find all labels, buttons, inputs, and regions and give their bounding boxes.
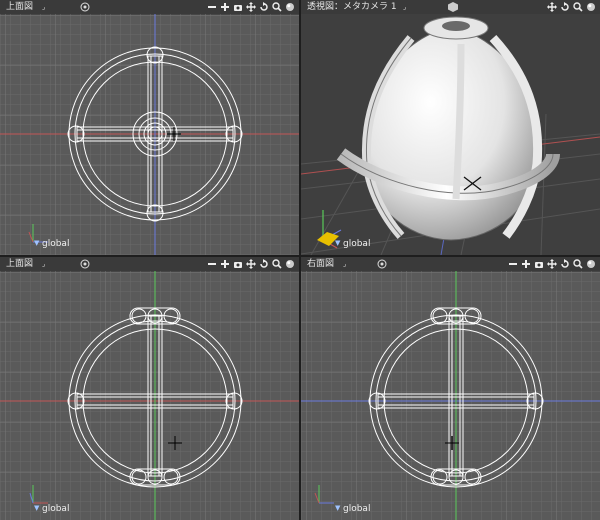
viewport-right[interactable]: 右面図 ⌟ ▼ global <box>301 257 600 520</box>
viewport-header: 右面図 ⌟ <box>301 257 600 272</box>
move-icon[interactable] <box>547 259 557 269</box>
minus-icon[interactable] <box>508 259 518 269</box>
wireframe-front-view <box>0 271 299 520</box>
sphere-icon[interactable] <box>285 259 295 269</box>
minus-icon[interactable] <box>207 2 217 12</box>
move-icon[interactable] <box>547 2 557 12</box>
coordinate-label[interactable]: global <box>343 239 370 249</box>
sphere-icon[interactable] <box>586 2 596 12</box>
viewport-canvas[interactable]: ▼ global <box>301 14 600 255</box>
view-dropdown-icon[interactable]: ⌟ <box>42 0 45 14</box>
viewport-top-left[interactable]: 上面図 ⌟ ▼ global <box>0 0 299 255</box>
plus-icon[interactable] <box>521 259 531 269</box>
viewport-title: 上面図 <box>6 259 34 269</box>
coordinate-label[interactable]: global <box>42 239 69 249</box>
zoom-icon[interactable] <box>573 259 583 269</box>
rotate-icon[interactable] <box>560 2 570 12</box>
viewport-front[interactable]: 上面図 ⌟ ▼ global <box>0 257 299 520</box>
rotate-icon[interactable] <box>259 259 269 269</box>
viewport-header: 上面図 ⌟ <box>0 0 299 15</box>
zoom-icon[interactable] <box>272 2 282 12</box>
coordinate-label[interactable]: global <box>343 504 370 514</box>
shaded-object-view <box>301 14 600 255</box>
global-dropdown-icon[interactable]: ▼ <box>335 239 340 247</box>
coordinate-label[interactable]: global <box>42 504 69 514</box>
global-dropdown-icon[interactable]: ▼ <box>335 504 340 512</box>
wireframe-top-view <box>0 14 299 255</box>
minus-icon[interactable] <box>207 259 217 269</box>
camera-icon[interactable] <box>233 259 243 269</box>
box-icon[interactable] <box>448 2 458 12</box>
global-dropdown-icon[interactable]: ▼ <box>34 239 39 247</box>
plus-icon[interactable] <box>220 259 230 269</box>
sphere-icon[interactable] <box>285 2 295 12</box>
global-dropdown-icon[interactable]: ▼ <box>34 504 39 512</box>
viewport-header: 上面図 ⌟ <box>0 257 299 272</box>
target-icon[interactable] <box>80 259 90 269</box>
view-dropdown-icon[interactable]: ⌟ <box>343 257 346 271</box>
rotate-icon[interactable] <box>259 2 269 12</box>
viewport-canvas[interactable]: ▼ global <box>0 271 299 520</box>
viewport-header: 透視図：メタカメラ 1 ⌟ <box>301 0 600 15</box>
viewport-perspective[interactable]: 透視図：メタカメラ 1 ⌟ ▼ global <box>301 0 600 255</box>
viewport-title: 上面図 <box>6 2 34 12</box>
sphere-icon[interactable] <box>586 259 596 269</box>
target-icon[interactable] <box>377 259 387 269</box>
view-dropdown-icon[interactable]: ⌟ <box>403 0 406 14</box>
target-icon[interactable] <box>80 2 90 12</box>
move-icon[interactable] <box>246 2 256 12</box>
move-icon[interactable] <box>246 259 256 269</box>
viewport-canvas[interactable]: ▼ global <box>301 271 600 520</box>
zoom-icon[interactable] <box>272 259 282 269</box>
viewport-title: 透視図：メタカメラ 1 <box>307 2 397 12</box>
viewport-canvas[interactable]: ▼ global <box>0 14 299 255</box>
camera-icon[interactable] <box>233 2 243 12</box>
zoom-icon[interactable] <box>573 2 583 12</box>
view-dropdown-icon[interactable]: ⌟ <box>42 257 45 271</box>
camera-icon[interactable] <box>534 259 544 269</box>
rotate-icon[interactable] <box>560 259 570 269</box>
wireframe-right-view <box>301 271 600 520</box>
plus-icon[interactable] <box>220 2 230 12</box>
viewport-title: 右面図 <box>307 259 335 269</box>
